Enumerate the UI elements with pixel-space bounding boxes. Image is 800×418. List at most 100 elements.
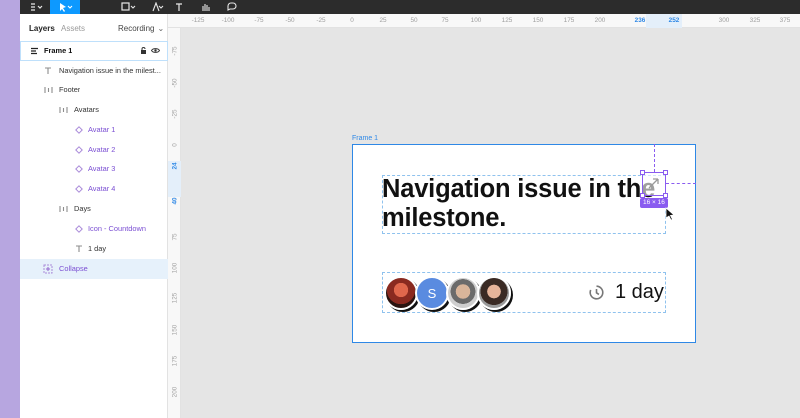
selection-size-badge: 16 × 16: [640, 198, 668, 208]
horizontal-ruler: -125 -100 -75 -50 -25 0 25 50 75 100 125…: [168, 14, 800, 28]
ruler-tick: 175: [563, 17, 575, 24]
ruler-tick: 300: [718, 17, 730, 24]
comment-tool-icon[interactable]: [222, 0, 242, 14]
component-instance-icon: [74, 164, 84, 174]
layer-frame-1[interactable]: Frame 1: [20, 41, 168, 61]
pen-tool-icon[interactable]: [145, 0, 169, 14]
layer-label: Avatar 3: [88, 164, 116, 174]
layer-avatar-4[interactable]: Avatar 4: [20, 179, 168, 199]
tab-layers[interactable]: Layers: [29, 24, 55, 33]
component-icon: [43, 264, 53, 274]
component-instance-icon: [74, 224, 84, 234]
panel-tabs: Layers Assets Recording ⌄: [20, 14, 168, 42]
component-instance-icon: [74, 184, 84, 194]
ruler-tick: 150: [171, 324, 179, 336]
avatar-4[interactable]: [477, 276, 511, 310]
ruler-tick: 125: [171, 292, 179, 304]
ruler-tick: 150: [532, 17, 544, 24]
measure-guide-horizontal: [666, 183, 696, 184]
component-instance-icon: [74, 145, 84, 155]
component-instance-icon: [74, 125, 84, 135]
layer-collapse[interactable]: Collapse: [20, 259, 168, 279]
layer-label: Avatar 2: [88, 145, 116, 155]
ruler-tick: 325: [749, 17, 761, 24]
ruler-tick: -25: [316, 17, 326, 24]
layer-label: Avatar 1: [88, 125, 116, 135]
recording-label: Recording: [118, 24, 155, 33]
ruler-tick: 125: [501, 17, 513, 24]
chevron-down-icon: ⌄: [157, 24, 165, 33]
layer-footer[interactable]: Footer: [20, 80, 168, 100]
days-remaining-text[interactable]: 1 day: [615, 281, 664, 304]
mouse-cursor-icon: [665, 207, 675, 221]
resize-handle[interactable]: [640, 170, 645, 175]
ruler-tick: 100: [171, 262, 179, 274]
eye-icon[interactable]: [150, 47, 161, 56]
ruler-tick: -125: [191, 17, 205, 24]
layer-label: Icon - Countdown: [88, 224, 146, 234]
top-toolbar: [20, 0, 800, 14]
layer-label: Frame 1: [44, 46, 73, 56]
ruler-tick: 375: [779, 17, 791, 24]
ruler-tick: -75: [171, 46, 179, 56]
autolayout-icon: [58, 204, 68, 214]
avatar-2[interactable]: S: [415, 276, 449, 310]
autolayout-icon: [58, 105, 68, 115]
ruler-tick-highlight: 24: [171, 162, 179, 170]
layer-avatars[interactable]: Avatars: [20, 100, 168, 120]
layer-label: Days: [74, 204, 91, 214]
layer-icon-countdown[interactable]: Icon - Countdown: [20, 219, 168, 239]
frame-tool-icon[interactable]: [115, 0, 141, 14]
layer-avatar-1[interactable]: Avatar 1: [20, 120, 168, 140]
avatar-initial: S: [427, 285, 437, 301]
autolayout-icon: [43, 85, 53, 95]
collapse-icon-selection[interactable]: [640, 170, 668, 198]
text-icon: [74, 244, 84, 254]
ruler-tick: 0: [350, 17, 354, 24]
hand-tool-icon[interactable]: [196, 0, 216, 14]
ruler-tick-highlight: 40: [171, 197, 179, 205]
ruler-tick-highlight: 236: [634, 17, 646, 24]
ruler-tick: 25: [379, 17, 387, 24]
ruler-tick: 175: [171, 355, 179, 367]
layer-avatar-2[interactable]: Avatar 2: [20, 140, 168, 160]
move-tool-icon[interactable]: [50, 0, 80, 14]
layer-label: Avatar 4: [88, 184, 116, 194]
layer-label: Navigation issue in the milest...: [59, 66, 161, 76]
avatar-1[interactable]: [384, 276, 418, 310]
layer-label: Footer: [59, 85, 81, 95]
lock-icon[interactable]: [140, 47, 147, 56]
figma-editor: Layers Assets Recording ⌄ Frame 1 Naviga…: [20, 0, 800, 418]
resize-handle[interactable]: [663, 170, 668, 175]
layer-days[interactable]: Days: [20, 199, 168, 219]
recording-dropdown[interactable]: Recording ⌄: [118, 24, 164, 33]
card-title[interactable]: Navigation issue in the milestone.: [382, 175, 668, 233]
ruler-tick-highlight: 252: [668, 17, 680, 24]
ruler-tick: 100: [470, 17, 482, 24]
vertical-ruler: -75 -50 -25 0 24 40 75 100 125 150 175 2…: [168, 28, 181, 418]
layer-label: Avatars: [74, 105, 99, 115]
main-menu-icon[interactable]: [24, 0, 48, 14]
tab-assets[interactable]: Assets: [61, 24, 85, 33]
ruler-tick: 75: [171, 233, 179, 241]
text-tool-icon[interactable]: [170, 0, 188, 14]
layer-label: 1 day: [88, 244, 107, 254]
ruler-tick: -75: [254, 17, 264, 24]
collapse-icon: [648, 178, 659, 189]
countdown-icon[interactable]: [588, 284, 605, 301]
layer-label: Collapse: [59, 264, 88, 274]
frame-label[interactable]: Frame 1: [352, 135, 378, 142]
ruler-tick: -50: [285, 17, 295, 24]
layer-title-text[interactable]: Navigation issue in the milest...: [20, 61, 168, 81]
ruler-tick: 75: [441, 17, 449, 24]
measure-guide-vertical: [654, 144, 655, 172]
ruler-tick: -50: [171, 78, 179, 88]
avatar-3[interactable]: [446, 276, 480, 310]
ruler-tick: 200: [594, 17, 606, 24]
ruler-tick: 200: [171, 386, 179, 398]
frame-icon: [29, 46, 39, 56]
ruler-tick: 50: [410, 17, 418, 24]
layer-avatar-3[interactable]: Avatar 3: [20, 159, 168, 179]
layer-1-day-text[interactable]: 1 day: [20, 239, 168, 259]
ruler-tick: -25: [171, 109, 179, 119]
